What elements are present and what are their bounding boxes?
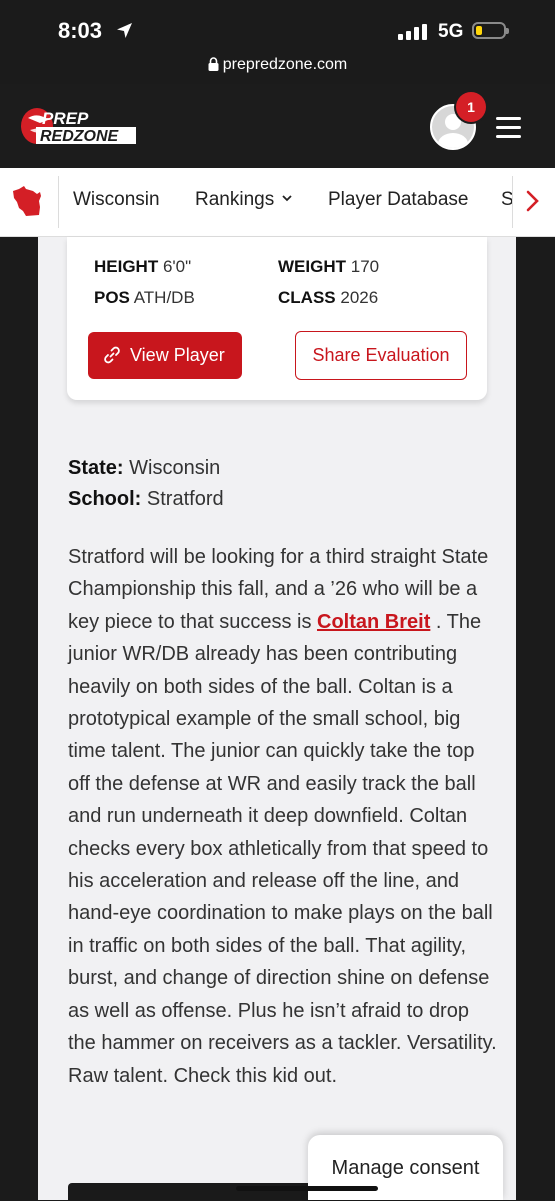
height-stat: HEIGHT 6'0" [94,257,191,277]
status-bar: 8:03 5G [0,0,555,52]
lock-icon [208,57,219,71]
chevron-right-icon[interactable] [525,190,541,212]
nav-scroll-divider [512,176,513,228]
position-stat: POS ATH/DB [94,288,195,308]
nav-divider [58,176,59,228]
wisconsin-state-icon[interactable] [10,183,46,219]
view-player-label: View Player [130,345,225,365]
school-line: School: Stratford [68,488,224,511]
nav-item-rankings-label: Rankings [195,189,275,210]
pos-label: POS [94,288,130,307]
evaluation-text: Stratford will be looking for a third st… [68,541,498,1092]
class-stat: CLASS 2026 [278,288,378,308]
url-text: prepredzone.com [222,56,348,73]
article-body: . The junior WR/DB already has been cont… [68,610,497,1087]
nav-item-player-database[interactable]: Player Database [328,189,468,211]
logo-text-bottom: REDZONE [40,128,120,145]
view-player-button[interactable]: View Player [88,332,242,379]
notification-badge[interactable]: 1 [456,92,486,122]
battery-icon [472,22,509,39]
height-value: 6'0" [162,257,192,276]
home-indicator [236,1186,378,1191]
school-value: Stratford [146,488,224,510]
clock: 8:03 [58,18,103,43]
chevron-down-icon [282,195,292,202]
nav-item-wisconsin[interactable]: Wisconsin [73,189,160,211]
link-icon [104,346,120,364]
weight-value: 170 [350,257,380,276]
state-value: Wisconsin [129,457,221,479]
location-arrow-icon [117,23,132,38]
height-label: HEIGHT [94,257,159,276]
url-bar[interactable]: prepredzone.com [0,52,555,84]
share-evaluation-button[interactable]: Share Evaluation [295,331,467,380]
network-type: 5G [438,21,464,42]
weight-stat: WEIGHT 170 [278,257,379,277]
state-line: State: Wisconsin [68,457,220,480]
hamburger-menu-icon[interactable] [496,117,521,144]
class-value: 2026 [340,288,379,307]
class-label: CLASS [278,288,336,307]
nav-item-rankings[interactable]: Rankings [195,189,292,211]
signal-icon [398,24,427,40]
pos-value: ATH/DB [133,288,195,307]
school-label: School: [68,488,142,510]
prep-redzone-logo[interactable]: PREP REDZONE [20,106,138,146]
weight-label: WEIGHT [278,257,346,276]
logo-text-top: PREP [42,109,89,128]
state-label: State: [68,457,124,479]
player-link[interactable]: Coltan Breit [317,611,430,633]
